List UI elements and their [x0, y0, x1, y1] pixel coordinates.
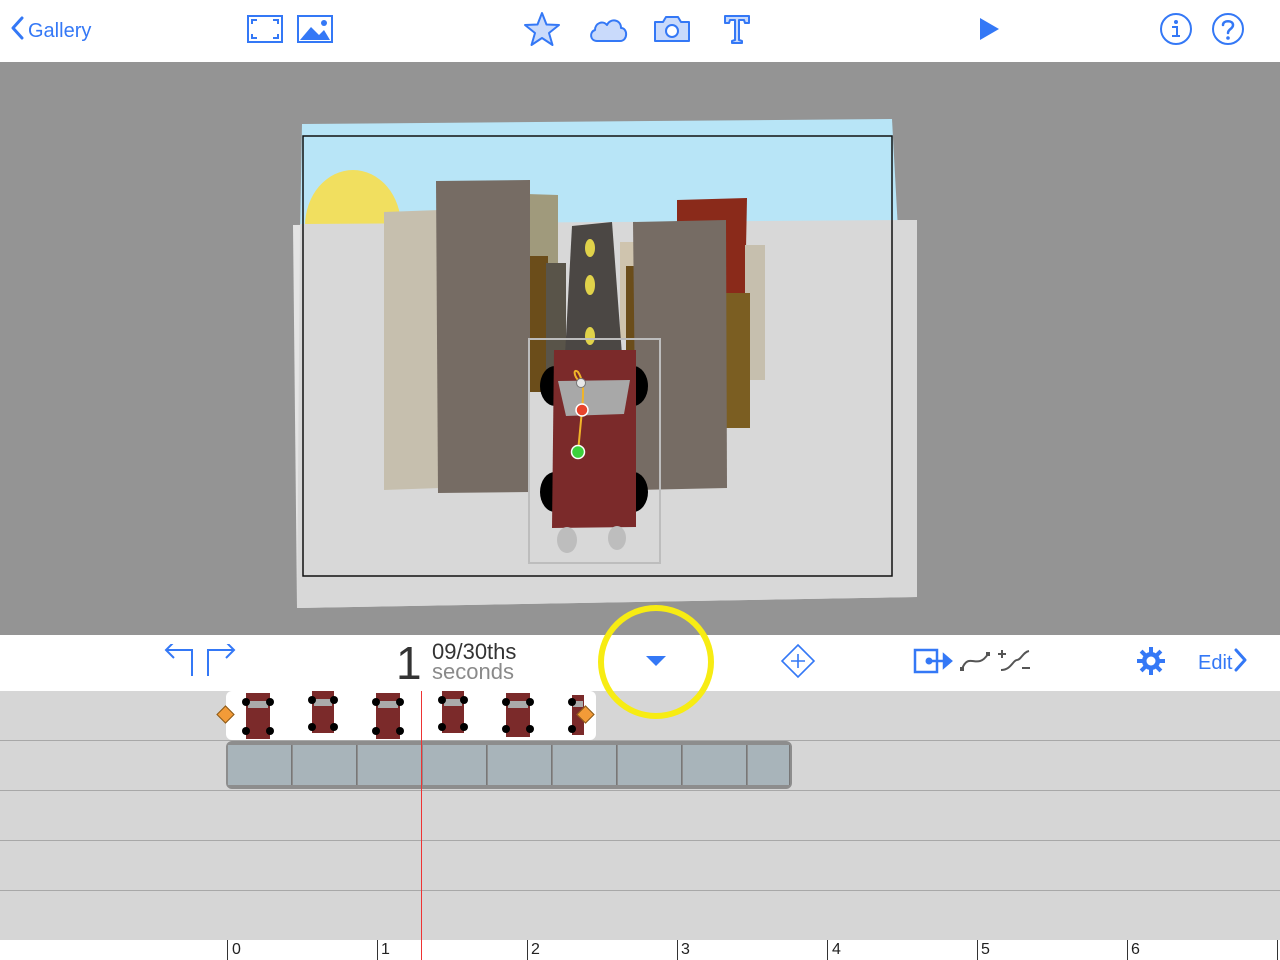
car-clip[interactable]	[226, 691, 596, 740]
add-text-button[interactable]	[720, 0, 754, 62]
car-track[interactable]	[0, 691, 1280, 741]
cloud-icon	[587, 15, 629, 48]
empty-track[interactable]	[0, 791, 1280, 841]
info-icon	[1159, 12, 1193, 51]
ruler-label: 1	[381, 941, 390, 958]
ruler-label: 6	[1131, 941, 1140, 958]
ruler-tick	[527, 940, 528, 960]
add-keyframe-icon	[780, 643, 816, 684]
time-seconds: 1	[396, 637, 422, 689]
camera-icon	[653, 15, 691, 48]
back-to-gallery-button[interactable]: Gallery	[10, 0, 91, 62]
car-thumbnail	[502, 693, 534, 737]
ruler-label: 0	[232, 941, 241, 958]
star-icon	[523, 11, 561, 52]
redo-icon	[206, 640, 238, 683]
road-marking	[585, 275, 595, 295]
background-thumbnail	[423, 745, 487, 785]
camera-button[interactable]	[652, 0, 692, 62]
car-body	[552, 350, 636, 528]
back-label: Gallery	[28, 19, 92, 42]
fullscreen-button[interactable]	[246, 0, 284, 62]
anchor-handle	[575, 403, 589, 417]
position-handle	[570, 444, 586, 460]
time-unit: seconds	[432, 659, 514, 684]
empty-track[interactable]	[0, 841, 1280, 891]
rotation-handle	[576, 378, 586, 388]
timeline-dropdown-button[interactable]	[636, 635, 676, 691]
undo-icon	[162, 640, 194, 683]
export-motion-button[interactable]	[912, 635, 956, 691]
help-icon	[1211, 12, 1245, 51]
background-thumbnail	[618, 745, 682, 785]
car-clip-thumbnails	[242, 691, 584, 739]
scene-canvas[interactable]	[0, 62, 1280, 635]
path-curve-icon	[959, 649, 991, 678]
ruler-tick	[377, 940, 378, 960]
ruler-label: 5	[981, 941, 990, 958]
exhaust-puff	[557, 527, 577, 553]
timeline[interactable]	[0, 691, 1280, 940]
building	[726, 293, 750, 428]
road-marking	[585, 327, 595, 345]
text-icon	[723, 14, 751, 49]
help-button[interactable]	[1210, 0, 1246, 62]
car-windshield	[558, 380, 630, 416]
car-thumbnail	[372, 693, 404, 739]
exhaust-puff	[608, 526, 626, 550]
chevron-left-icon	[10, 16, 24, 46]
image-icon	[297, 14, 333, 48]
car-thumbnail	[438, 691, 468, 733]
ruler-tick	[977, 940, 978, 960]
ruler-tick	[1277, 940, 1278, 960]
road-marking	[585, 239, 595, 257]
background-thumbnail	[683, 745, 747, 785]
timeline-control-bar	[0, 635, 1280, 691]
car-thumbnail	[308, 691, 338, 733]
playhead[interactable]	[421, 691, 422, 960]
ruler-label: 4	[832, 941, 841, 958]
background-thumbnail	[553, 745, 617, 785]
background-clip[interactable]	[226, 741, 792, 789]
background-thumbnail	[228, 745, 292, 785]
background-thumbnail	[488, 745, 552, 785]
cloud-button[interactable]	[586, 0, 630, 62]
background-thumbnail	[293, 745, 357, 785]
ease-icon	[997, 648, 1031, 679]
ruler-tick	[227, 940, 228, 960]
export-motion-icon	[913, 647, 955, 680]
ruler-tick	[677, 940, 678, 960]
redo-button[interactable]	[204, 635, 240, 691]
settings-gear-icon	[1136, 646, 1166, 681]
info-button[interactable]	[1158, 0, 1194, 62]
building	[436, 180, 530, 493]
building	[384, 210, 440, 490]
fullscreen-icon	[247, 14, 283, 48]
chevron-right-icon	[1234, 648, 1248, 678]
car-thumbnail	[242, 693, 274, 739]
empty-track[interactable]	[0, 891, 1280, 941]
edit-button[interactable]: Edit	[1198, 635, 1248, 691]
top-toolbar: Gallery	[0, 0, 1280, 62]
path-curve-button[interactable]	[958, 635, 992, 691]
ruler-tick	[1127, 940, 1128, 960]
dropdown-arrow-icon	[644, 654, 668, 673]
favorites-button[interactable]	[522, 0, 562, 62]
add-image-button[interactable]	[296, 0, 334, 62]
undo-button[interactable]	[160, 635, 196, 691]
ease-button[interactable]	[996, 635, 1032, 691]
background-thumbnail	[358, 745, 422, 785]
play-button[interactable]	[972, 0, 1006, 62]
add-keyframe-button[interactable]	[778, 635, 818, 691]
settings-button[interactable]	[1134, 635, 1168, 691]
animation-stage[interactable]	[0, 62, 1280, 635]
play-icon	[977, 16, 1001, 47]
ruler-label: 2	[531, 941, 540, 958]
ruler-tick	[827, 940, 828, 960]
background-thumbnail	[748, 745, 790, 785]
edit-label: Edit	[1198, 651, 1233, 674]
building	[633, 220, 727, 490]
ruler-label: 3	[681, 941, 690, 958]
time-ruler[interactable]: 0 1 2 3 4 5 6	[0, 940, 1280, 960]
